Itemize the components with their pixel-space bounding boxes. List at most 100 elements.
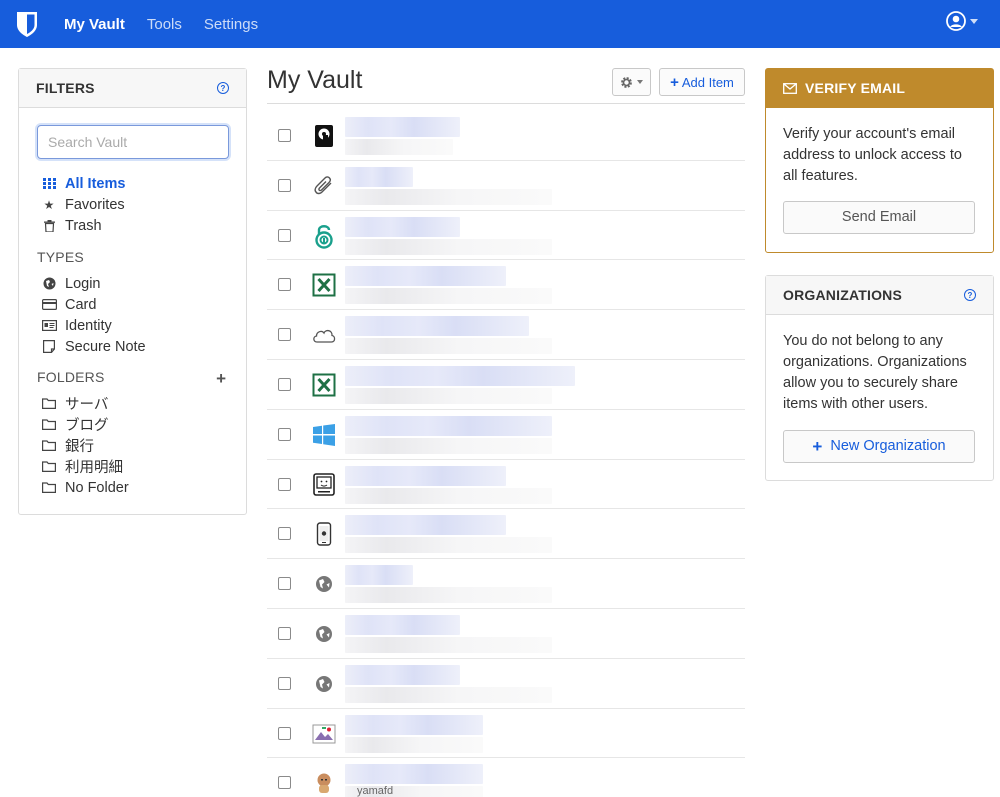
vault-item-row[interactable] (267, 509, 745, 560)
filter-trash[interactable]: Trash (41, 215, 125, 236)
folder-item[interactable]: サーバ (41, 393, 129, 414)
send-email-button[interactable]: Send Email (783, 201, 975, 234)
bitwarden-logo-icon[interactable] (16, 9, 42, 39)
vault-item-row[interactable] (267, 709, 745, 759)
account-menu[interactable] (946, 11, 978, 31)
item-checkbox[interactable] (278, 776, 291, 790)
page-title: My Vault (267, 66, 363, 94)
folder-item[interactable]: 銀行 (41, 435, 129, 456)
excel-icon (311, 372, 337, 398)
organizations-card: ORGANIZATIONS ? You do not belong to any… (765, 275, 994, 481)
redacted-item-name[interactable] (345, 365, 575, 404)
folder-icon (41, 482, 57, 493)
filter-type-secure-note[interactable]: Secure Note (41, 336, 146, 357)
divider (267, 103, 745, 104)
folder-item[interactable]: ブログ (41, 414, 129, 435)
redacted-subtitle (345, 238, 552, 255)
redacted-title (345, 117, 460, 137)
vault-item-row[interactable] (267, 609, 745, 659)
redacted-item-name[interactable] (345, 465, 552, 504)
globe-icon (311, 621, 337, 647)
filters-header: FILTERS (36, 80, 95, 96)
redacted-item-name[interactable] (345, 714, 552, 753)
chevron-down-icon (637, 80, 643, 84)
redacted-item-name[interactable] (345, 664, 552, 703)
vault-item-row[interactable] (267, 111, 745, 161)
folders-list: サーバ ブログ 銀行 利用明細 No Folder (41, 393, 129, 498)
redacted-title (345, 415, 552, 436)
redacted-title (345, 365, 575, 386)
vault-item-row[interactable] (267, 410, 745, 460)
note-icon (41, 340, 57, 353)
excel-icon (311, 272, 337, 298)
vault-item-row[interactable] (267, 310, 745, 360)
redacted-item-name[interactable] (345, 415, 552, 454)
redacted-subtitle (345, 338, 552, 355)
redacted-subtitle (345, 537, 552, 554)
item-checkbox[interactable] (278, 726, 291, 740)
redacted-item-name[interactable] (345, 515, 552, 554)
vault-item-row[interactable] (267, 260, 745, 311)
vault-item-row[interactable] (267, 659, 745, 709)
item-checkbox[interactable] (278, 328, 291, 342)
vault-item-row[interactable] (267, 460, 745, 510)
vault-item-row[interactable] (267, 360, 745, 410)
star-icon: ★ (43, 197, 55, 212)
folder-icon (41, 440, 57, 451)
vault-item-row[interactable] (267, 161, 745, 211)
filter-list: All Items ★ Favorites Trash (41, 173, 125, 236)
item-checkbox[interactable] (278, 626, 291, 640)
item-checkbox[interactable] (278, 527, 291, 541)
folder-icon (41, 419, 57, 430)
redacted-title (345, 166, 413, 187)
redacted-item-name[interactable] (345, 316, 552, 355)
filters-panel: FILTERS ? All Items ★ Favorites Trash TY… (18, 68, 247, 515)
item-checkbox[interactable] (278, 129, 291, 142)
redacted-item-name[interactable] (345, 565, 552, 604)
help-icon[interactable]: ? (217, 82, 229, 94)
filter-type-card[interactable]: Card (41, 294, 146, 315)
nav-tools[interactable]: Tools (147, 16, 182, 33)
windows-icon (311, 422, 337, 448)
folder-item-no-folder[interactable]: No Folder (41, 477, 129, 498)
vault-item-row[interactable] (267, 559, 745, 609)
redacted-item-name[interactable] (345, 266, 552, 305)
folder-icon (41, 461, 57, 472)
grid-icon (41, 178, 57, 189)
filter-type-identity[interactable]: Identity (41, 315, 146, 336)
teal-lock-icon (311, 223, 337, 249)
item-checkbox[interactable] (278, 477, 291, 491)
new-organization-button[interactable]: + New Organization (783, 430, 975, 463)
item-checkbox[interactable] (278, 178, 291, 192)
filter-all-items[interactable]: All Items (41, 173, 125, 194)
item-checkbox[interactable] (278, 278, 291, 292)
nav-my-vault[interactable]: My Vault (64, 16, 125, 33)
vault-item-row[interactable]: yamafd (267, 758, 745, 797)
item-checkbox[interactable] (278, 427, 291, 441)
globe-icon (311, 671, 337, 697)
item-checkbox[interactable] (278, 228, 291, 242)
item-checkbox[interactable] (278, 577, 291, 591)
filter-favorites[interactable]: ★ Favorites (41, 194, 125, 215)
nav-settings[interactable]: Settings (204, 16, 258, 33)
item-checkbox[interactable] (278, 676, 291, 690)
folder-item[interactable]: 利用明細 (41, 456, 129, 477)
vault-items-list: yamafd (267, 111, 745, 797)
redacted-item-name[interactable] (345, 117, 552, 155)
redacted-subtitle (345, 686, 552, 703)
vault-item-row[interactable] (267, 211, 745, 261)
search-input[interactable] (37, 125, 229, 159)
redacted-item-name[interactable] (345, 216, 552, 255)
globe-icon (311, 571, 337, 597)
options-dropdown-button[interactable] (612, 68, 651, 96)
redacted-item-name[interactable] (345, 166, 552, 205)
redacted-subtitle (345, 139, 453, 155)
redacted-title (345, 515, 506, 536)
add-item-button[interactable]: + Add Item (659, 68, 745, 96)
item-checkbox[interactable] (278, 377, 291, 391)
redacted-subtitle (345, 288, 552, 305)
add-folder-icon[interactable]: + (216, 369, 226, 389)
redacted-item-name[interactable] (345, 614, 552, 653)
filter-type-login[interactable]: Login (41, 273, 146, 294)
help-icon[interactable]: ? (964, 289, 976, 301)
